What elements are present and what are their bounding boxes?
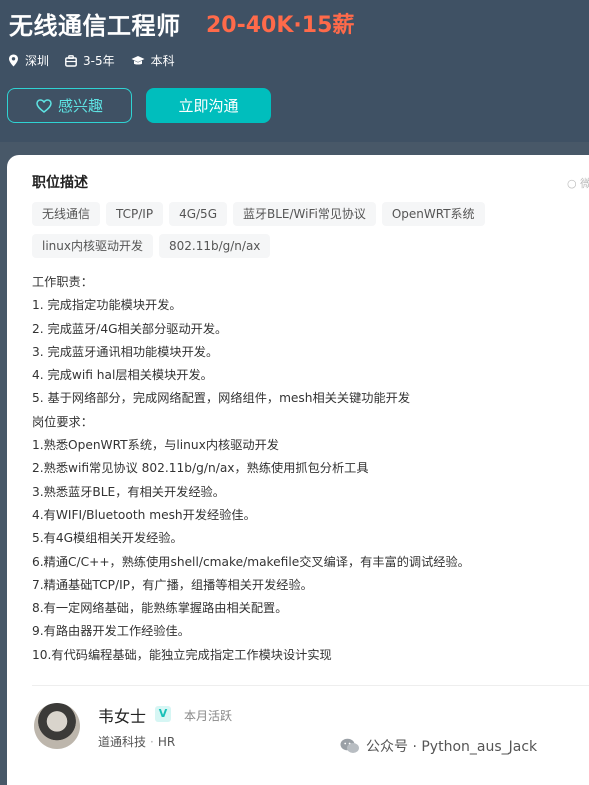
description-line: 6.精通C/C++，熟练使用shell/cmake/makefile交叉编译，有… — [32, 554, 470, 569]
chat-now-button-label: 立即沟通 — [178, 97, 239, 115]
location-label: 深圳 — [25, 54, 50, 68]
divider — [32, 685, 589, 686]
description-line: 8.有一定网络基础，能熟练掌握路由相关配置。 — [32, 601, 288, 616]
experience-label: 3-5年 — [83, 54, 115, 68]
description-line: 9.有路由器开发工作经验佳。 — [32, 624, 190, 639]
description-line: 5. 基于网络部分，完成网络配置，网络组件，mesh相关关键功能开发 — [32, 391, 411, 406]
skill-tag[interactable]: TCP/IP — [106, 202, 164, 226]
description-line: 5.有4G模组相关开发经验。 — [32, 531, 183, 546]
job-description-card: 职位描述 ○ 微 无线通信 TCP/IP 4G/5G 蓝牙BLE/WiFi常见协议 Op… — [7, 155, 589, 785]
job-header: 无线通信工程师 20-40K·15薪 深圳 3-5年 本科 感兴趣 立即沟通 — [0, 0, 589, 142]
skill-tag[interactable]: 802.11b/g/n/ax — [158, 234, 271, 258]
meta-education: 本科 — [131, 52, 175, 69]
skill-tag[interactable]: 无线通信 — [32, 202, 101, 226]
meta-location: 深圳 — [8, 52, 49, 69]
company-name: 道通科技 — [98, 735, 147, 749]
section-title: 职位描述 — [32, 175, 88, 191]
recruiter-name[interactable]: 韦女士 — [98, 703, 146, 727]
watermark-text: 公众号 · Python_aus_Jack — [366, 739, 538, 755]
separator: · — [150, 735, 154, 749]
recruiter-role: HR — [157, 735, 176, 749]
wechat-icon — [340, 738, 359, 753]
education-label: 本科 — [150, 54, 175, 68]
job-title: 无线通信工程师 — [9, 12, 181, 40]
description-line: 4. 完成wifi hal层相关模块开发。 — [32, 368, 213, 383]
side-action[interactable]: ○ 微 — [567, 175, 589, 191]
description-line: 2.熟悉wifi常见协议 802.11b/g/n/ax，熟练使用抓包分析工具 — [32, 461, 369, 476]
chat-now-button[interactable]: 立即沟通 — [146, 88, 271, 123]
watermark: 公众号 · Python_aus_Jack — [340, 736, 537, 756]
description-line: 4.有WIFI/Bluetooth mesh开发经验佳。 — [32, 507, 256, 522]
salary: 20-40K·15薪 — [206, 13, 355, 38]
interest-button-label: 感兴趣 — [57, 97, 103, 115]
description-line: 工作职责： — [32, 275, 93, 289]
description-line: 2. 完成蓝牙/4G相关部分驱动开发。 — [32, 321, 228, 336]
chat-bubble-icon: ○ — [567, 177, 577, 190]
recruiter-avatar[interactable] — [34, 703, 80, 749]
skill-tags: 无线通信 TCP/IP 4G/5G 蓝牙BLE/WiFi常见协议 OpenWRT系统 li… — [32, 202, 589, 266]
meta-experience: 3-5年 — [65, 52, 115, 69]
skill-tag[interactable]: 蓝牙BLE/WiFi常见协议 — [233, 202, 376, 226]
active-status: 本月活跃 — [184, 709, 233, 723]
job-description-text: 工作职责： 1. 完成指定功能模块开发。 2. 完成蓝牙/4G相关部分驱动开发。… — [32, 271, 470, 667]
skill-tag[interactable]: linux内核驱动开发 — [32, 234, 153, 258]
recruiter-company: 道通科技 · HR — [98, 733, 175, 750]
description-line: 10.有代码编程基础，能独立完成指定工作模块设计实现 — [32, 647, 332, 662]
description-line: 1.熟悉OpenWRT系统，与linux内核驱动开发 — [32, 438, 279, 453]
heart-icon — [36, 98, 52, 113]
description-line: 1. 完成指定功能模块开发。 — [32, 298, 182, 313]
interest-button[interactable]: 感兴趣 — [7, 88, 132, 123]
verified-badge-icon: V — [155, 706, 171, 722]
location-pin-icon — [9, 54, 18, 67]
side-action-label: 微 — [580, 177, 589, 190]
description-line: 3. 完成蓝牙通讯相功能模块开发。 — [32, 344, 219, 359]
description-line: 7.精通基础TCP/IP，有广播，组播等相关开发经验。 — [32, 577, 313, 592]
briefcase-icon — [65, 54, 77, 67]
description-line: 3.熟悉蓝牙BLE，有相关开发经验。 — [32, 484, 225, 499]
graduation-cap-icon — [131, 55, 145, 64]
skill-tag[interactable]: 4G/5G — [169, 202, 227, 226]
skill-tag[interactable]: OpenWRT系统 — [381, 202, 485, 226]
description-line: 岗位要求： — [32, 414, 93, 429]
job-meta: 深圳 3-5年 本科 — [8, 52, 191, 69]
